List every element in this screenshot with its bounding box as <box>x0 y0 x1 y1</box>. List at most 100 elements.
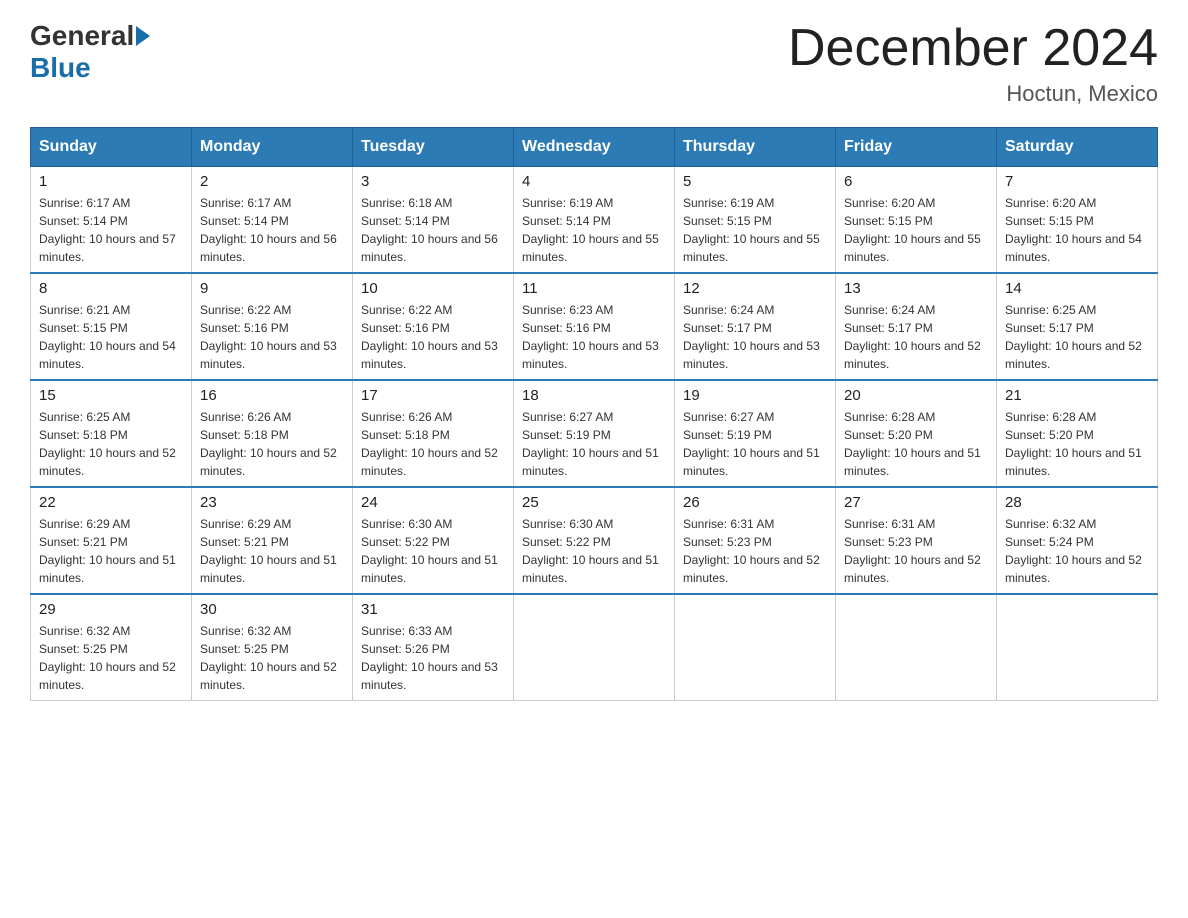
day-number: 22 <box>39 494 183 511</box>
day-info: Sunrise: 6:28 AM Sunset: 5:20 PM Dayligh… <box>1005 408 1149 480</box>
weekday-header-thursday: Thursday <box>675 128 836 167</box>
calendar-day-cell: 21 Sunrise: 6:28 AM Sunset: 5:20 PM Dayl… <box>997 380 1158 487</box>
logo: General Blue <box>30 20 152 84</box>
calendar-day-cell: 8 Sunrise: 6:21 AM Sunset: 5:15 PM Dayli… <box>31 273 192 380</box>
calendar-day-cell <box>675 594 836 701</box>
weekday-header-monday: Monday <box>192 128 353 167</box>
calendar-day-cell: 25 Sunrise: 6:30 AM Sunset: 5:22 PM Dayl… <box>514 487 675 594</box>
calendar-day-cell: 12 Sunrise: 6:24 AM Sunset: 5:17 PM Dayl… <box>675 273 836 380</box>
logo-general-text: General <box>30 20 134 52</box>
day-number: 16 <box>200 387 344 404</box>
day-info: Sunrise: 6:22 AM Sunset: 5:16 PM Dayligh… <box>361 301 505 373</box>
day-info: Sunrise: 6:20 AM Sunset: 5:15 PM Dayligh… <box>1005 194 1149 266</box>
calendar-day-cell: 19 Sunrise: 6:27 AM Sunset: 5:19 PM Dayl… <box>675 380 836 487</box>
weekday-header-tuesday: Tuesday <box>353 128 514 167</box>
day-info: Sunrise: 6:32 AM Sunset: 5:25 PM Dayligh… <box>39 622 183 694</box>
day-number: 12 <box>683 280 827 297</box>
day-number: 5 <box>683 173 827 190</box>
day-number: 30 <box>200 601 344 618</box>
day-number: 26 <box>683 494 827 511</box>
calendar-day-cell: 18 Sunrise: 6:27 AM Sunset: 5:19 PM Dayl… <box>514 380 675 487</box>
day-info: Sunrise: 6:28 AM Sunset: 5:20 PM Dayligh… <box>844 408 988 480</box>
calendar-day-cell: 24 Sunrise: 6:30 AM Sunset: 5:22 PM Dayl… <box>353 487 514 594</box>
logo-blue-text: Blue <box>30 52 91 84</box>
calendar-day-cell: 3 Sunrise: 6:18 AM Sunset: 5:14 PM Dayli… <box>353 167 514 274</box>
calendar-day-cell: 28 Sunrise: 6:32 AM Sunset: 5:24 PM Dayl… <box>997 487 1158 594</box>
weekday-header-sunday: Sunday <box>31 128 192 167</box>
day-number: 29 <box>39 601 183 618</box>
calendar-day-cell: 4 Sunrise: 6:19 AM Sunset: 5:14 PM Dayli… <box>514 167 675 274</box>
calendar-day-cell: 11 Sunrise: 6:23 AM Sunset: 5:16 PM Dayl… <box>514 273 675 380</box>
day-info: Sunrise: 6:21 AM Sunset: 5:15 PM Dayligh… <box>39 301 183 373</box>
day-info: Sunrise: 6:32 AM Sunset: 5:24 PM Dayligh… <box>1005 515 1149 587</box>
calendar-week-row: 1 Sunrise: 6:17 AM Sunset: 5:14 PM Dayli… <box>31 167 1158 274</box>
calendar-table: SundayMondayTuesdayWednesdayThursdayFrid… <box>30 127 1158 701</box>
day-info: Sunrise: 6:19 AM Sunset: 5:15 PM Dayligh… <box>683 194 827 266</box>
day-info: Sunrise: 6:17 AM Sunset: 5:14 PM Dayligh… <box>200 194 344 266</box>
calendar-day-cell: 7 Sunrise: 6:20 AM Sunset: 5:15 PM Dayli… <box>997 167 1158 274</box>
calendar-week-row: 22 Sunrise: 6:29 AM Sunset: 5:21 PM Dayl… <box>31 487 1158 594</box>
day-info: Sunrise: 6:27 AM Sunset: 5:19 PM Dayligh… <box>683 408 827 480</box>
day-number: 18 <box>522 387 666 404</box>
day-info: Sunrise: 6:19 AM Sunset: 5:14 PM Dayligh… <box>522 194 666 266</box>
logo-arrow-icon <box>136 26 150 46</box>
calendar-day-cell: 31 Sunrise: 6:33 AM Sunset: 5:26 PM Dayl… <box>353 594 514 701</box>
calendar-day-cell: 17 Sunrise: 6:26 AM Sunset: 5:18 PM Dayl… <box>353 380 514 487</box>
day-number: 15 <box>39 387 183 404</box>
location: Hoctun, Mexico <box>788 81 1158 107</box>
day-number: 3 <box>361 173 505 190</box>
day-number: 7 <box>1005 173 1149 190</box>
calendar-day-cell: 20 Sunrise: 6:28 AM Sunset: 5:20 PM Dayl… <box>836 380 997 487</box>
day-number: 17 <box>361 387 505 404</box>
day-number: 14 <box>1005 280 1149 297</box>
calendar-week-row: 29 Sunrise: 6:32 AM Sunset: 5:25 PM Dayl… <box>31 594 1158 701</box>
day-number: 11 <box>522 280 666 297</box>
day-info: Sunrise: 6:32 AM Sunset: 5:25 PM Dayligh… <box>200 622 344 694</box>
day-number: 2 <box>200 173 344 190</box>
day-number: 9 <box>200 280 344 297</box>
calendar-day-cell: 13 Sunrise: 6:24 AM Sunset: 5:17 PM Dayl… <box>836 273 997 380</box>
day-number: 8 <box>39 280 183 297</box>
day-info: Sunrise: 6:24 AM Sunset: 5:17 PM Dayligh… <box>844 301 988 373</box>
day-info: Sunrise: 6:23 AM Sunset: 5:16 PM Dayligh… <box>522 301 666 373</box>
calendar-day-cell: 27 Sunrise: 6:31 AM Sunset: 5:23 PM Dayl… <box>836 487 997 594</box>
calendar-week-row: 8 Sunrise: 6:21 AM Sunset: 5:15 PM Dayli… <box>31 273 1158 380</box>
day-info: Sunrise: 6:17 AM Sunset: 5:14 PM Dayligh… <box>39 194 183 266</box>
day-number: 10 <box>361 280 505 297</box>
calendar-day-cell: 16 Sunrise: 6:26 AM Sunset: 5:18 PM Dayl… <box>192 380 353 487</box>
calendar-day-cell: 29 Sunrise: 6:32 AM Sunset: 5:25 PM Dayl… <box>31 594 192 701</box>
day-number: 25 <box>522 494 666 511</box>
day-info: Sunrise: 6:22 AM Sunset: 5:16 PM Dayligh… <box>200 301 344 373</box>
day-info: Sunrise: 6:31 AM Sunset: 5:23 PM Dayligh… <box>844 515 988 587</box>
calendar-day-cell: 30 Sunrise: 6:32 AM Sunset: 5:25 PM Dayl… <box>192 594 353 701</box>
day-info: Sunrise: 6:26 AM Sunset: 5:18 PM Dayligh… <box>361 408 505 480</box>
page-header: General Blue December 2024 Hoctun, Mexic… <box>30 20 1158 107</box>
day-number: 19 <box>683 387 827 404</box>
calendar-day-cell: 22 Sunrise: 6:29 AM Sunset: 5:21 PM Dayl… <box>31 487 192 594</box>
calendar-day-cell: 1 Sunrise: 6:17 AM Sunset: 5:14 PM Dayli… <box>31 167 192 274</box>
day-info: Sunrise: 6:30 AM Sunset: 5:22 PM Dayligh… <box>361 515 505 587</box>
calendar-week-row: 15 Sunrise: 6:25 AM Sunset: 5:18 PM Dayl… <box>31 380 1158 487</box>
calendar-day-cell <box>514 594 675 701</box>
day-number: 31 <box>361 601 505 618</box>
calendar-day-cell: 23 Sunrise: 6:29 AM Sunset: 5:21 PM Dayl… <box>192 487 353 594</box>
day-info: Sunrise: 6:29 AM Sunset: 5:21 PM Dayligh… <box>200 515 344 587</box>
day-info: Sunrise: 6:25 AM Sunset: 5:18 PM Dayligh… <box>39 408 183 480</box>
weekday-header-wednesday: Wednesday <box>514 128 675 167</box>
calendar-day-cell: 15 Sunrise: 6:25 AM Sunset: 5:18 PM Dayl… <box>31 380 192 487</box>
day-info: Sunrise: 6:31 AM Sunset: 5:23 PM Dayligh… <box>683 515 827 587</box>
calendar-day-cell: 6 Sunrise: 6:20 AM Sunset: 5:15 PM Dayli… <box>836 167 997 274</box>
day-number: 28 <box>1005 494 1149 511</box>
calendar-day-cell: 9 Sunrise: 6:22 AM Sunset: 5:16 PM Dayli… <box>192 273 353 380</box>
day-number: 6 <box>844 173 988 190</box>
day-info: Sunrise: 6:20 AM Sunset: 5:15 PM Dayligh… <box>844 194 988 266</box>
calendar-day-cell: 5 Sunrise: 6:19 AM Sunset: 5:15 PM Dayli… <box>675 167 836 274</box>
title-block: December 2024 Hoctun, Mexico <box>788 20 1158 107</box>
calendar-day-cell: 2 Sunrise: 6:17 AM Sunset: 5:14 PM Dayli… <box>192 167 353 274</box>
weekday-header-saturday: Saturday <box>997 128 1158 167</box>
day-number: 27 <box>844 494 988 511</box>
day-info: Sunrise: 6:26 AM Sunset: 5:18 PM Dayligh… <box>200 408 344 480</box>
day-number: 4 <box>522 173 666 190</box>
day-number: 24 <box>361 494 505 511</box>
month-title: December 2024 <box>788 20 1158 77</box>
